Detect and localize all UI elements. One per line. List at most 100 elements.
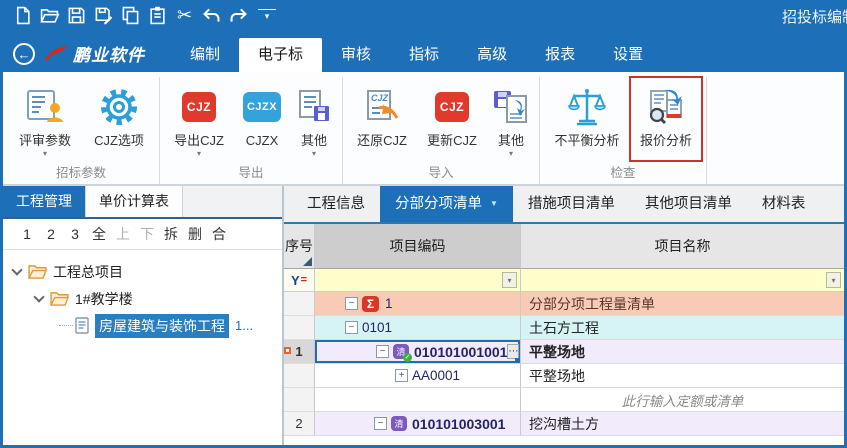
row-seq-cell[interactable]: 2 <box>284 412 315 436</box>
row-seq-cell[interactable] <box>284 388 315 412</box>
import-other-button[interactable]: 其他 ▾ <box>487 77 535 161</box>
table-row-section[interactable]: − Σ 1 分部分项工程量清单 <box>284 292 844 316</box>
table-row-chapter[interactable]: − 0101 土石方工程 <box>284 316 844 340</box>
customize-toolbar-icon[interactable]: ▾ <box>258 9 276 21</box>
restore-cjz-button[interactable]: CJZ 还原CJZ <box>347 77 417 161</box>
folder-icon <box>50 291 69 306</box>
row-seq-cell[interactable] <box>284 316 315 340</box>
chevron-down-icon[interactable] <box>11 264 22 275</box>
filter-dropdown-icon[interactable]: ▾ <box>502 272 517 288</box>
tab-bianzhi[interactable]: 编制 <box>171 38 239 72</box>
new-file-icon[interactable] <box>9 3 36 27</box>
tab-project-manage[interactable]: 工程管理 <box>3 186 86 217</box>
filter-code-cell[interactable]: ▾ <box>315 269 521 292</box>
chevron-down-icon[interactable]: ▼ <box>490 186 498 222</box>
tab-baobiao[interactable]: 报表 <box>526 38 594 72</box>
tab-measure-items[interactable]: 措施项目清单 <box>513 186 630 222</box>
paste-icon[interactable] <box>144 3 171 27</box>
tree-merge-button[interactable]: 合 <box>207 224 231 244</box>
table-row-quota[interactable]: + AA0001 平整场地 <box>284 364 844 388</box>
tree-node-root[interactable]: 工程总项目 <box>3 258 282 285</box>
cut-icon[interactable]: ✂ <box>171 3 198 27</box>
name-cell[interactable]: 挖沟槽土方 <box>521 412 844 436</box>
price-analysis-icon <box>645 81 687 133</box>
save-icon[interactable] <box>63 3 90 27</box>
review-params-button[interactable]: 评审参数 ▾ <box>7 77 83 161</box>
tree-node-building[interactable]: 1#教学楼 <box>3 285 282 312</box>
save-as-icon[interactable] <box>90 3 117 27</box>
filter-dropdown-icon[interactable]: ▾ <box>826 272 841 288</box>
open-folder-icon[interactable] <box>36 3 63 27</box>
tree-node-unit-project[interactable]: 房屋建筑与装饰工程 1... <box>3 312 282 339</box>
select-all-corner-icon[interactable] <box>303 257 312 266</box>
row-seq-cell[interactable] <box>284 292 315 316</box>
input-hint-text[interactable]: 此行输入定额或清单 <box>521 388 844 412</box>
collapse-toggle-icon[interactable]: − <box>376 345 389 358</box>
tab-materials[interactable]: 材料表 <box>747 186 821 222</box>
ribbon-group-check: 不平衡分析 报价分析 检查 <box>540 77 707 184</box>
collapse-toggle-icon[interactable]: − <box>374 417 387 430</box>
folder-icon <box>28 264 47 279</box>
doc-restore-icon: CJZ <box>362 81 402 133</box>
tab-unit-price-sheet[interactable]: 单价计算表 <box>86 186 183 217</box>
price-analysis-button[interactable]: 报价分析 <box>630 77 702 161</box>
table-row-item-selected[interactable]: 1 − 清✓ 010101001001 ⋯ 平整场地 <box>284 340 844 364</box>
name-cell[interactable]: 土石方工程 <box>521 316 844 340</box>
export-cjz-button[interactable]: CJZ 导出CJZ ▾ <box>164 77 234 161</box>
selected-cell[interactable]: − 清✓ 010101001001 ⋯ <box>315 340 520 363</box>
column-header-seq[interactable]: 序号 <box>284 224 315 269</box>
column-header-name[interactable]: 项目名称 <box>521 224 844 269</box>
tree-move-up-button[interactable]: 上 <box>111 224 135 244</box>
unbalance-analysis-button[interactable]: 不平衡分析 <box>544 77 630 161</box>
table-row-item[interactable]: 2 − 清 010101003001 挖沟槽土方 <box>284 412 844 436</box>
tree-split-button[interactable]: 拆 <box>159 224 183 244</box>
copy-icon[interactable] <box>117 3 144 27</box>
expand-toggle-icon[interactable]: + <box>395 369 408 382</box>
collapse-toggle-icon[interactable]: − <box>345 297 358 310</box>
undo-icon[interactable] <box>198 3 225 27</box>
tab-shezhi[interactable]: 设置 <box>594 38 662 72</box>
tab-bill-of-quantities[interactable]: 分部分项清单 ▼ <box>380 186 513 222</box>
tree-move-down-button[interactable]: 下 <box>135 224 159 244</box>
code-cell-empty[interactable] <box>315 388 521 412</box>
tree-level-3-button[interactable]: 3 <box>63 226 87 242</box>
name-cell[interactable]: 平整场地 <box>521 340 844 364</box>
tab-project-info[interactable]: 工程信息 <box>292 186 380 222</box>
tab-dianzibiao[interactable]: 电子标 <box>239 38 322 72</box>
sigma-section-icon: Σ <box>362 296 379 312</box>
row-seq-cell[interactable]: 1 <box>284 340 315 364</box>
dropdown-arrow-icon[interactable]: ▾ <box>197 149 201 161</box>
name-cell[interactable]: 平整场地 <box>521 364 844 388</box>
filter-name-cell[interactable]: ▾ <box>521 269 844 292</box>
tab-shenhe[interactable]: 审核 <box>322 38 390 72</box>
tab-zhibiao[interactable]: 指标 <box>390 38 458 72</box>
tree-node-suffix: 1... <box>235 318 253 333</box>
row-seq-cell[interactable] <box>284 364 315 388</box>
tab-other-items[interactable]: 其他项目清单 <box>630 186 747 222</box>
redo-icon[interactable] <box>225 3 252 27</box>
ellipsis-button[interactable]: ⋯ <box>507 344 519 359</box>
chevron-down-icon[interactable] <box>33 291 44 302</box>
tree-level-2-button[interactable]: 2 <box>39 226 63 242</box>
cjz-options-button[interactable]: CJZ选项 <box>83 77 155 161</box>
table-header: 序号 项目编码 项目名称 <box>284 224 844 269</box>
column-header-code[interactable]: 项目编码 <box>315 224 521 269</box>
dropdown-arrow-icon[interactable]: ▾ <box>312 149 316 161</box>
tree-level-1-button[interactable]: 1 <box>15 226 39 242</box>
update-cjz-button[interactable]: CJZ 更新CJZ <box>417 77 487 161</box>
table-row-input-hint[interactable]: 此行输入定额或清单 <box>284 388 844 412</box>
ribbon-group-label: 导出 <box>164 164 338 184</box>
tab-gaoji[interactable]: 高级 <box>458 38 526 72</box>
current-row-marker-icon <box>284 347 291 354</box>
export-other-button[interactable]: 其他 ▾ <box>290 77 338 161</box>
back-button[interactable]: ← <box>13 43 35 65</box>
cjzx-button[interactable]: CJZX CJZX <box>234 77 290 161</box>
dropdown-arrow-icon[interactable]: ▾ <box>509 149 513 161</box>
collapse-toggle-icon[interactable]: − <box>345 321 358 334</box>
ribbon-group-import: CJZ 还原CJZ CJZ 更新CJZ 其他 ▾ <box>343 77 540 184</box>
tree-toolbar: 1 2 3 全 上 下 拆 删 合 <box>3 219 282 250</box>
tree-expand-all-button[interactable]: 全 <box>87 224 111 244</box>
tree-delete-button[interactable]: 删 <box>183 224 207 244</box>
dropdown-arrow-icon[interactable]: ▾ <box>43 149 47 161</box>
name-cell[interactable]: 分部分项工程量清单 <box>521 292 844 316</box>
